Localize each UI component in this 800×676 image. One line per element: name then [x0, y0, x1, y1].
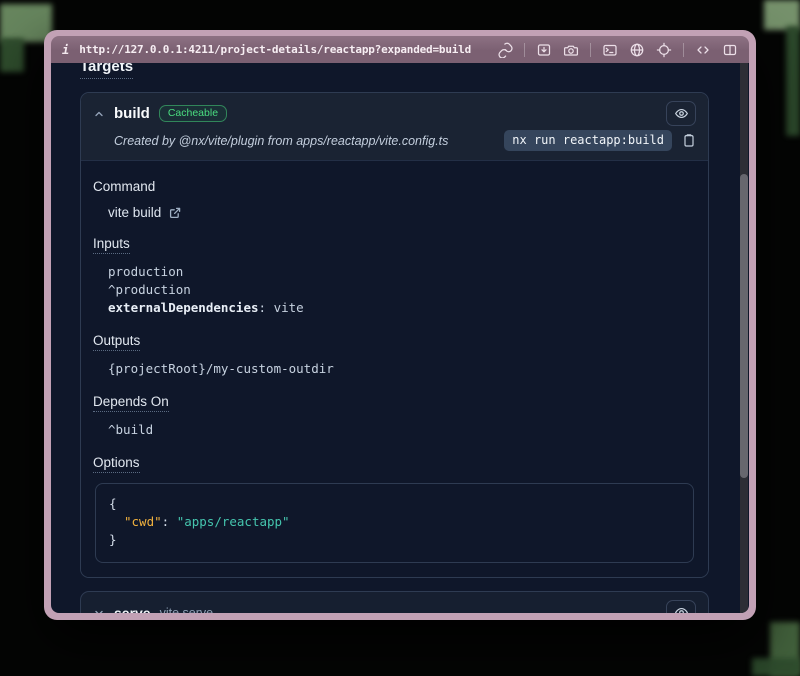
code-icon[interactable]: [695, 42, 711, 58]
options-label[interactable]: Options: [93, 455, 140, 473]
background-artifact: [752, 658, 800, 676]
toolbar-divider: [590, 43, 591, 57]
targets-heading: Targets: [80, 63, 709, 79]
view-target-button[interactable]: [666, 600, 696, 613]
options-json-block: { "cwd": "apps/reactapp" }: [95, 483, 694, 563]
command-value: vite build: [108, 205, 161, 220]
chevron-down-icon[interactable]: [93, 607, 105, 614]
crosshair-icon[interactable]: [656, 42, 672, 58]
run-command-chip[interactable]: nx run reactapp:build: [504, 130, 672, 151]
outputs-label[interactable]: Outputs: [93, 333, 140, 351]
background-artifact: [0, 4, 52, 42]
output-item: {projectRoot}/my-custom-outdir: [108, 360, 696, 378]
build-card-header: build Cacheable Created by @nx/vite/plug…: [81, 93, 708, 161]
target-name[interactable]: serve: [114, 605, 151, 614]
scrollbar-track[interactable]: [740, 63, 748, 613]
cacheable-badge: Cacheable: [159, 105, 227, 123]
scrollbar-thumb[interactable]: [740, 174, 748, 478]
created-by-text: Created by @nx/vite/plugin from apps/rea…: [114, 134, 448, 148]
json-line: "cwd": "apps/reactapp": [109, 513, 680, 531]
view-target-button[interactable]: [666, 101, 696, 126]
inputs-label[interactable]: Inputs: [93, 236, 130, 254]
chevron-up-icon[interactable]: [93, 108, 105, 120]
eye-icon: [674, 106, 689, 121]
target-summary: vite serve: [160, 606, 214, 614]
toolbar-actions: [497, 42, 738, 58]
build-card-body: Command vite build Inputs production ^pr…: [81, 161, 708, 577]
toolbar-divider: [683, 43, 684, 57]
toolbar-divider: [524, 43, 525, 57]
link-icon[interactable]: [497, 42, 513, 58]
external-link-icon[interactable]: [168, 206, 182, 220]
eye-icon: [674, 605, 689, 613]
target-name[interactable]: build: [114, 105, 150, 122]
command-label: Command: [93, 179, 155, 194]
input-item: production: [108, 263, 696, 281]
json-line: }: [109, 531, 680, 549]
browser-toolbar: i http://127.0.0.1:4211/project-details/…: [51, 36, 749, 63]
input-item: externalDependencies: vite: [108, 299, 696, 317]
globe-icon[interactable]: [629, 42, 645, 58]
copy-icon[interactable]: [682, 133, 696, 148]
background-artifact: [0, 38, 24, 72]
json-line: {: [109, 495, 680, 513]
background-artifact: [786, 26, 800, 136]
target-card-build: build Cacheable Created by @nx/vite/plug…: [80, 92, 709, 578]
url-field[interactable]: http://127.0.0.1:4211/project-details/re…: [79, 43, 471, 56]
target-card-serve: serve vite serve: [80, 591, 709, 613]
browser-window: i http://127.0.0.1:4211/project-details/…: [44, 30, 756, 620]
info-icon: i: [62, 43, 69, 57]
page-viewport: Targets build Cacheable: [51, 63, 749, 613]
input-item: ^production: [108, 281, 696, 299]
depends-on-label[interactable]: Depends On: [93, 394, 169, 412]
camera-icon[interactable]: [563, 42, 579, 58]
terminal-icon[interactable]: [602, 42, 618, 58]
box-arrow-down-icon[interactable]: [536, 42, 552, 58]
depends-on-item: ^build: [108, 421, 696, 439]
split-view-icon[interactable]: [722, 42, 738, 58]
